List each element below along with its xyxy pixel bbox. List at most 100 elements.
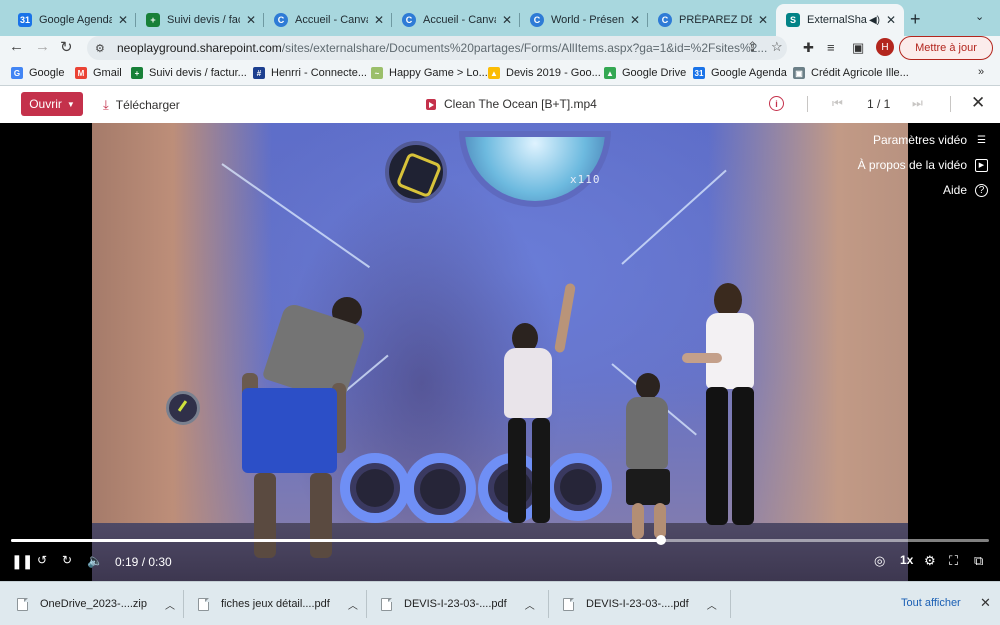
close-tab-icon[interactable]: ✕ <box>500 13 514 27</box>
tab-title: PRÉPAREZ DÈS M <box>679 14 752 26</box>
bookmark-devis-2019[interactable]: ▲ Devis 2019 - Goo... <box>488 67 601 79</box>
info-icon[interactable]: i <box>769 96 784 111</box>
video-progress-bar[interactable] <box>11 535 989 545</box>
happy-game-icon: ~ <box>371 67 383 79</box>
url-path: /sites/externalshare/Documents%20partage… <box>281 41 768 55</box>
bookmark-happy-game[interactable]: ~ Happy Game > Lo... <box>371 67 488 79</box>
close-viewer-icon[interactable]: ✕ <box>971 93 985 113</box>
extensions-puzzle-icon[interactable]: ✚ <box>803 40 814 56</box>
bookmark-label: Google Drive <box>622 67 687 79</box>
new-tab-icon[interactable]: + <box>910 9 921 30</box>
close-shelf-icon[interactable]: ✕ <box>980 595 991 611</box>
canva-icon: C <box>658 13 672 27</box>
calendar-icon: 31 <box>693 67 705 79</box>
playback-speed-button[interactable]: 1x <box>900 553 913 567</box>
download-item[interactable]: fiches jeux détail....pdf ︿ <box>198 582 358 625</box>
forward-10-icon[interactable]: ↻ <box>62 553 72 567</box>
canva-icon: C <box>274 13 288 27</box>
bookmark-label: Happy Game > Lo... <box>389 67 488 79</box>
tab-title: Accueil - Canva <box>295 14 368 26</box>
file-name: Clean The Ocean [B+T].mp4 <box>444 97 597 111</box>
close-tab-icon[interactable]: ✕ <box>372 13 386 27</box>
video-frame[interactable]: x110 <box>92 123 908 581</box>
download-item[interactable]: DEVIS-I-23-03-....pdf ︿ <box>563 582 717 625</box>
update-button[interactable]: Mettre à jour <box>899 36 993 60</box>
tab-canva-accueil-2[interactable]: C Accueil - Canva ✕ <box>392 6 520 34</box>
media-queue-icon[interactable]: ≡ <box>827 40 835 55</box>
more-bookmarks-icon[interactable]: » <box>978 66 984 78</box>
share-icon[interactable]: ⇪ <box>747 39 758 55</box>
gear-icon[interactable]: ⚙ <box>924 553 936 569</box>
tab-suivi-devis[interactable]: + Suivi devis / factu ✕ <box>136 6 264 34</box>
bookmark-google-drive[interactable]: ▲ Google Drive <box>604 67 686 79</box>
floor-porthole <box>340 453 410 523</box>
first-page-icon[interactable]: ⏮ <box>832 96 843 111</box>
side-panel-icon[interactable]: ▣ <box>852 40 864 56</box>
close-tab-icon[interactable]: ✕ <box>116 13 130 27</box>
download-label: Télécharger <box>115 98 180 112</box>
bookmark-suivi-devis[interactable]: + Suivi devis / factur... <box>131 67 247 79</box>
game-gear-dial <box>385 141 447 203</box>
time-display: 0:19 / 0:30 <box>115 555 172 569</box>
pop-out-icon[interactable]: ⧉ <box>974 553 983 569</box>
download-button[interactable]: ⤓ Télécharger <box>103 97 180 113</box>
captions-icon[interactable]: ◎ <box>874 553 885 569</box>
file-viewer-header: Ouvrir ▼ ⤓ Télécharger Clean The Ocean [… <box>0 86 1000 123</box>
gmail-icon: M <box>75 67 87 79</box>
chevron-up-icon[interactable]: ︿ <box>348 597 358 612</box>
bookmark-label: Crédit Agricole Ille... <box>811 67 909 79</box>
show-all-downloads-link[interactable]: Tout afficher <box>901 597 961 609</box>
about-video-button[interactable]: À propos de la vidéo ▶ <box>858 158 988 172</box>
profile-avatar[interactable]: H <box>876 38 894 56</box>
download-item[interactable]: DEVIS-I-23-03-....pdf ︿ <box>381 582 535 625</box>
chevron-up-icon[interactable]: ︿ <box>707 597 717 612</box>
tab-title: Suivi devis / factu <box>167 14 240 26</box>
bookmarks-bar: G Google M Gmail + Suivi devis / factur.… <box>0 61 1000 86</box>
tab-canva-preparez[interactable]: C PRÉPAREZ DÈS M ✕ <box>648 6 776 34</box>
fullscreen-icon[interactable]: ⛶ <box>949 553 958 569</box>
tab-canva-accueil-1[interactable]: C Accueil - Canva ✕ <box>264 6 392 34</box>
file-title: Clean The Ocean [B+T].mp4 <box>426 97 597 111</box>
download-item[interactable]: OneDrive_2023-....zip ︿ <box>17 582 175 625</box>
tab-search-chevron-icon[interactable]: ⌄ <box>975 10 984 23</box>
bookmark-star-icon[interactable]: ☆ <box>771 39 783 55</box>
chevron-up-icon[interactable]: ︿ <box>165 597 175 612</box>
back-arrow-icon[interactable]: ← <box>9 38 24 55</box>
reload-icon[interactable]: ↻ <box>60 38 73 56</box>
drive-icon: ▲ <box>604 67 616 79</box>
bookmark-gmail[interactable]: M Gmail <box>75 67 122 79</box>
divider <box>730 590 731 618</box>
bookmark-google[interactable]: G Google <box>11 67 64 79</box>
close-tab-icon[interactable]: ✕ <box>756 13 770 27</box>
video-settings-button[interactable]: Paramètres vidéo ☰ <box>873 133 988 147</box>
pause-icon[interactable]: ❚❚ <box>11 553 33 570</box>
last-page-icon[interactable]: ⏭ <box>912 96 923 111</box>
close-tab-icon[interactable]: ✕ <box>884 13 898 27</box>
close-tab-icon[interactable]: ✕ <box>628 13 642 27</box>
address-bar[interactable]: ⚙ neoplayground.sharepoint.com /sites/ex… <box>87 36 787 60</box>
open-button-label: Ouvrir <box>29 97 62 111</box>
url-host: neoplayground.sharepoint.com <box>117 41 282 55</box>
download-shelf: OneDrive_2023-....zip ︿ fiches jeux déta… <box>0 581 1000 625</box>
rewind-10-icon[interactable]: ↺ <box>37 553 47 567</box>
bookmark-label: Henrri - Connecte... <box>271 67 367 79</box>
tab-externalshare[interactable]: S ExternalShare ◀) ✕ <box>776 4 904 36</box>
close-tab-icon[interactable]: ✕ <box>244 13 258 27</box>
tab-canva-world[interactable]: C World - Présentat ✕ <box>520 6 648 34</box>
tab-google-agenda[interactable]: 31 Google Agenda - ✕ <box>8 6 136 34</box>
chevron-up-icon[interactable]: ︿ <box>525 597 535 612</box>
bookmark-google-agenda[interactable]: 31 Google Agenda <box>693 67 787 79</box>
video-player[interactable]: x110 Paramètres vidéo ☰ À propos de la v… <box>0 123 1000 581</box>
help-icon: ? <box>975 183 988 197</box>
divider <box>366 590 367 618</box>
open-button[interactable]: Ouvrir ▼ <box>21 92 83 116</box>
forward-arrow-icon[interactable]: → <box>35 38 50 55</box>
help-button[interactable]: Aide ? <box>943 183 988 197</box>
bookmark-henrri[interactable]: # Henrri - Connecte... <box>253 67 367 79</box>
site-info-icon[interactable]: ⚙ <box>95 42 109 55</box>
speaker-icon[interactable]: ◀) <box>869 15 880 26</box>
henrri-icon: # <box>253 67 265 79</box>
wall-left <box>92 123 272 581</box>
volume-icon[interactable]: 🔈 <box>87 553 103 569</box>
bookmark-credit-agricole[interactable]: ▣ Crédit Agricole Ille... <box>793 67 909 79</box>
